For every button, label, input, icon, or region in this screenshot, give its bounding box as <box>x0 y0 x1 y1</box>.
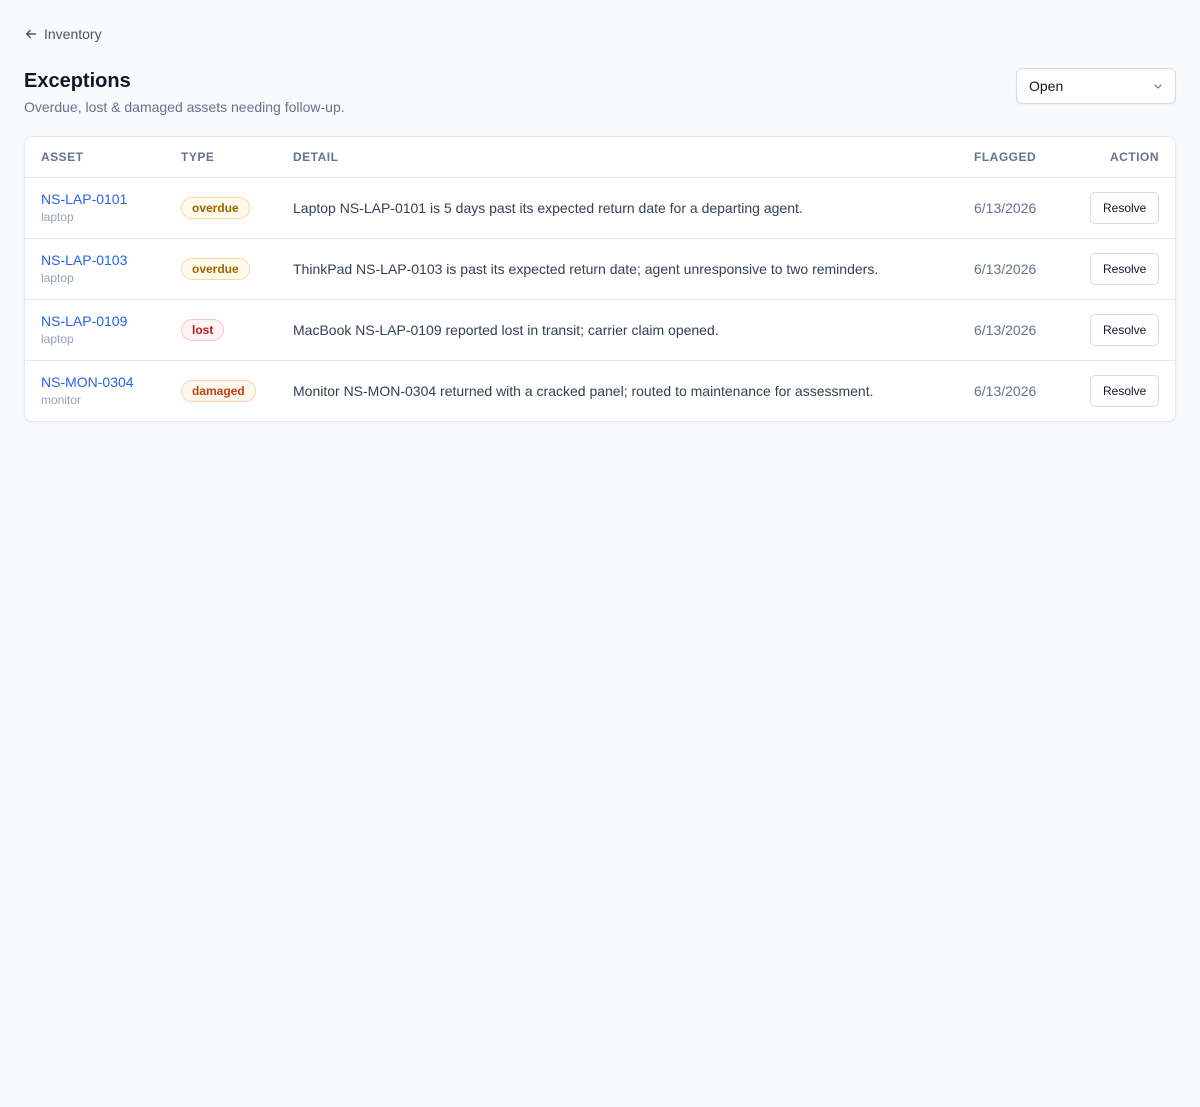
type-badge: lost <box>181 318 225 341</box>
asset-link[interactable]: NS-MON-0304 <box>41 373 149 391</box>
page-title: Exceptions <box>24 70 131 92</box>
exceptions-page: Inventory Exceptions Overdue, lost & dam… <box>0 0 1200 422</box>
exceptions-table: Asset Type Detail Flagged Action NS-LAP-… <box>25 137 1175 421</box>
column-header-action: Action <box>1074 137 1175 178</box>
column-header-type: Type <box>165 137 277 178</box>
chevron-down-icon <box>1154 84 1162 89</box>
detail-cell: ThinkPad NS-LAP-0103 is past its expecte… <box>277 238 958 300</box>
page-header: Exceptions Overdue, lost & damaged asset… <box>24 68 1176 116</box>
column-header-detail: Detail <box>277 137 958 178</box>
asset-cell: NS-MON-0304 monitor <box>25 360 165 421</box>
asset-kind: laptop <box>41 332 74 346</box>
back-link-label: Inventory <box>44 26 102 42</box>
asset-kind: laptop <box>41 210 74 224</box>
exceptions-table-card: Asset Type Detail Flagged Action NS-LAP-… <box>24 136 1176 422</box>
table-row: NS-LAP-0109 laptop lost MacBook NS-LAP-0… <box>25 299 1175 361</box>
detail-cell: Laptop NS-LAP-0101 is 5 days past its ex… <box>277 177 958 239</box>
type-cell: overdue <box>165 177 277 239</box>
table-row: NS-LAP-0103 laptop overdue ThinkPad NS-L… <box>25 238 1175 300</box>
page-subtitle: Overdue, lost & damaged assets needing f… <box>24 99 345 115</box>
action-cell: Resolve <box>1074 360 1175 421</box>
action-cell: Resolve <box>1074 177 1175 239</box>
flagged-date: 6/13/2026 <box>958 177 1074 239</box>
resolve-button[interactable]: Resolve <box>1090 252 1160 285</box>
resolve-button[interactable]: Resolve <box>1090 191 1160 224</box>
arrow-left-icon <box>25 29 37 39</box>
type-badge: damaged <box>181 379 256 402</box>
column-header-asset: Asset <box>25 137 165 178</box>
table-row: NS-LAP-0101 laptop overdue Laptop NS-LAP… <box>25 177 1175 239</box>
asset-link[interactable]: NS-LAP-0103 <box>41 251 149 269</box>
asset-kind: monitor <box>41 393 82 408</box>
resolve-button[interactable]: Resolve <box>1090 313 1160 346</box>
detail-cell: MacBook NS-LAP-0109 reported lost in tra… <box>277 299 958 361</box>
back-to-inventory-link[interactable]: Inventory <box>24 24 102 44</box>
column-header-flagged: Flagged <box>958 137 1074 178</box>
flagged-date: 6/13/2026 <box>958 299 1074 361</box>
asset-cell: NS-LAP-0103 laptop <box>25 238 165 300</box>
asset-cell: NS-LAP-0101 laptop <box>25 177 165 239</box>
table-row: NS-MON-0304 monitor damaged Monitor NS-M… <box>25 360 1175 421</box>
type-cell: overdue <box>165 238 277 300</box>
type-badge: overdue <box>181 257 250 280</box>
asset-kind: laptop <box>41 271 74 285</box>
action-cell: Resolve <box>1074 299 1175 361</box>
detail-cell: Monitor NS-MON-0304 returned with a crac… <box>293 382 874 399</box>
asset-cell: NS-LAP-0109 laptop <box>25 299 165 361</box>
type-cell: damaged <box>165 360 277 421</box>
asset-link[interactable]: NS-LAP-0101 <box>41 190 149 208</box>
resolve-button[interactable]: Resolve <box>1090 374 1160 407</box>
type-badge: overdue <box>181 196 250 219</box>
flagged-date: 6/13/2026 <box>974 382 1037 399</box>
status-filter-value: Open <box>1029 78 1064 94</box>
title-block: Exceptions Overdue, lost & damaged asset… <box>24 68 345 116</box>
table-header-row: Asset Type Detail Flagged Action <box>25 137 1175 178</box>
asset-link[interactable]: NS-LAP-0109 <box>41 312 149 330</box>
action-cell: Resolve <box>1074 238 1175 300</box>
type-cell: lost <box>165 299 277 361</box>
status-filter-select[interactable]: Open <box>1016 68 1176 104</box>
flagged-date: 6/13/2026 <box>958 238 1074 300</box>
